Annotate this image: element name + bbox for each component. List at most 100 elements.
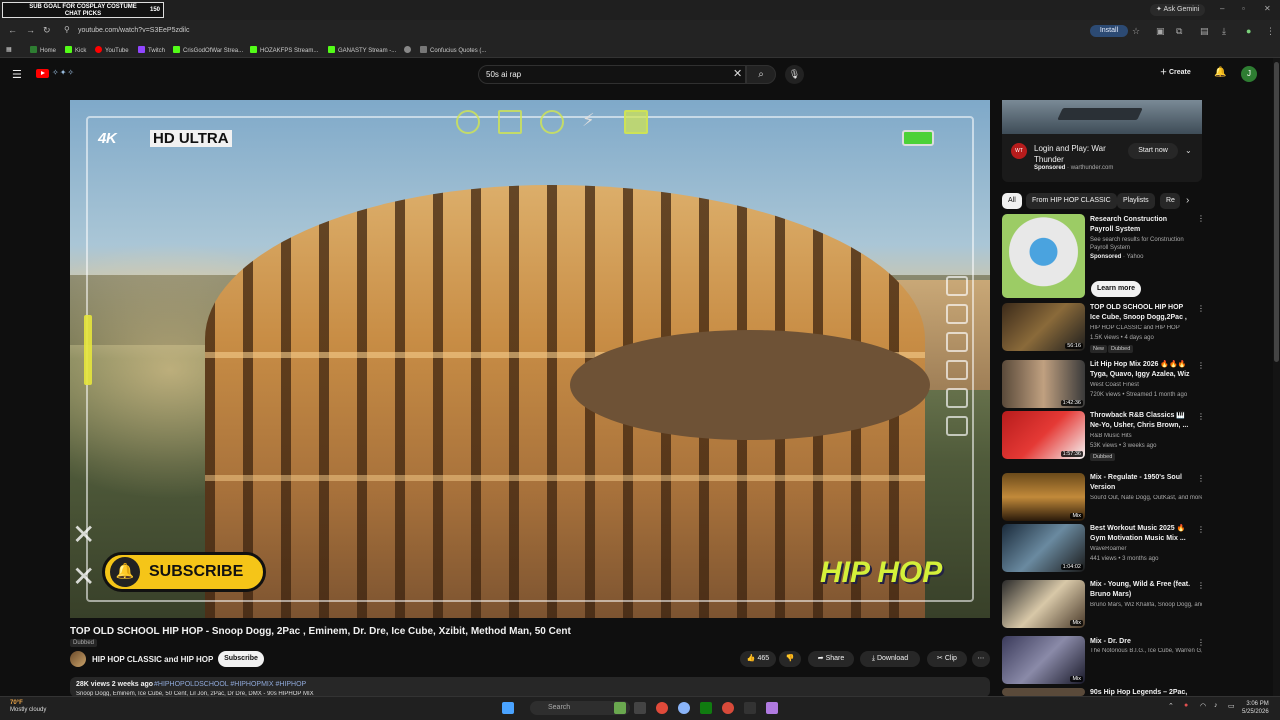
rec-channel[interactable]: R&B Music Hits bbox=[1090, 433, 1202, 439]
ask-gemini-button[interactable]: ✦ Ask Gemini bbox=[1150, 4, 1206, 16]
rec-thumbnail[interactable]: 56:16 bbox=[1002, 303, 1085, 351]
tray-chevron-icon[interactable]: ⌃ bbox=[1168, 702, 1180, 714]
split-view-icon[interactable]: ▤ bbox=[1200, 26, 1209, 37]
bookmark-youtube[interactable]: YouTube bbox=[95, 46, 129, 54]
rec-thumbnail[interactable]: Mix bbox=[1002, 580, 1085, 628]
chevron-right-icon[interactable]: › bbox=[1186, 195, 1189, 206]
minimize-icon[interactable]: – bbox=[1220, 4, 1224, 13]
system-clock[interactable]: 3:06 PM 5/25/2026 bbox=[1242, 700, 1269, 716]
channel-name[interactable]: HIP HOP CLASSIC and HIP HOP bbox=[92, 655, 213, 664]
youtube-logo-icon[interactable] bbox=[36, 69, 49, 78]
rec-thumbnail[interactable] bbox=[1002, 214, 1085, 298]
bookmark-star-icon[interactable]: ☆ bbox=[1132, 26, 1140, 37]
apps-grid-icon[interactable]: ▦ bbox=[6, 46, 12, 53]
more-options-icon[interactable]: ⋮ bbox=[1197, 638, 1205, 647]
search-button[interactable]: ⌕ bbox=[746, 65, 776, 84]
bookmark-crisgodofwar[interactable]: CrisGodOfWar Strea... bbox=[173, 46, 243, 54]
install-button[interactable]: Install bbox=[1090, 25, 1128, 37]
bookmark-globe[interactable] bbox=[404, 46, 414, 54]
rec-title[interactable]: Best Workout Music 2025 🔥 Gym Motivation… bbox=[1090, 524, 1192, 544]
app-icon[interactable] bbox=[766, 702, 778, 714]
create-button[interactable]: ＋ Create bbox=[1160, 67, 1191, 77]
extensions-puzzle-icon[interactable]: ⧉ bbox=[1176, 26, 1182, 37]
hashtags[interactable]: #HIPHOPOLDSCHOOL #HIPHOPMIX #HIPHOP bbox=[154, 681, 306, 688]
voice-search-button[interactable]: 🎙 bbox=[785, 65, 804, 84]
chevron-down-icon[interactable]: ⌄ bbox=[1185, 146, 1192, 155]
like-button[interactable]: 👍 465 bbox=[740, 651, 776, 667]
rec-title[interactable]: Throwback R&B Classics 🎹 Ne-Yo, Usher, C… bbox=[1090, 411, 1192, 431]
reload-icon[interactable]: ↻ bbox=[43, 25, 51, 36]
more-options-icon[interactable]: ⋮ bbox=[1197, 412, 1205, 421]
rec-title[interactable]: Research Construction Payroll System bbox=[1090, 215, 1192, 235]
maximize-icon[interactable]: ▫ bbox=[1242, 4, 1245, 13]
profile-icon[interactable]: ● bbox=[1246, 26, 1251, 36]
rec-channel[interactable]: West Coast Finest bbox=[1090, 382, 1202, 388]
close-window-icon[interactable]: ✕ bbox=[1264, 4, 1271, 13]
bookmark-hozakfps[interactable]: HOZAKFPS Stream... bbox=[250, 46, 318, 54]
rec-title[interactable]: TOP OLD SCHOOL HIP HOP Ice Cube, Snoop D… bbox=[1090, 303, 1192, 323]
bookmark-twitch[interactable]: Twitch bbox=[138, 46, 165, 54]
task-view-icon[interactable] bbox=[634, 702, 646, 714]
learn-more-button[interactable]: Learn more bbox=[1091, 281, 1141, 297]
weather-widget[interactable]: 70°F Mostly cloudy bbox=[10, 700, 46, 714]
wifi-icon[interactable]: ◠ bbox=[1200, 702, 1212, 714]
bookmark-confucius[interactable]: Confucius Quotes (... bbox=[420, 46, 486, 54]
share-button[interactable]: ➦ Share bbox=[808, 651, 854, 667]
youtube-doodle-icon[interactable]: ✧✦✧ bbox=[52, 68, 75, 77]
bookmark-kick[interactable]: Kick bbox=[65, 46, 86, 54]
rec-title[interactable]: Mix - Dr. Dre bbox=[1090, 637, 1192, 647]
back-icon[interactable]: ← bbox=[8, 25, 17, 35]
chrome-icon[interactable] bbox=[656, 702, 668, 714]
notifications-bell-icon[interactable]: 🔔 bbox=[1214, 67, 1226, 78]
rec-thumbnail[interactable]: 1:57:36 bbox=[1002, 411, 1085, 459]
start-now-button[interactable]: Start now bbox=[1128, 143, 1178, 159]
site-info-icon[interactable]: ⚲ bbox=[64, 25, 70, 34]
download-button[interactable]: ⤓ Download bbox=[860, 651, 920, 667]
rec-thumbnail[interactable] bbox=[1002, 688, 1085, 696]
rec-thumbnail[interactable]: Mix bbox=[1002, 473, 1085, 521]
rec-channel[interactable]: HIP HOP CLASSIC and HIP HOP bbox=[1090, 325, 1202, 331]
bookmark-ganasty[interactable]: GANASTY Stream -... bbox=[328, 46, 396, 54]
clear-search-icon[interactable]: ✕ bbox=[733, 67, 742, 80]
chip-from-channel[interactable]: From HIP HOP CLASSIC bbox=[1026, 193, 1117, 209]
rec-title[interactable]: Mix - Young, Wild & Free (feat. Bruno Ma… bbox=[1090, 580, 1192, 600]
more-options-icon[interactable]: ⋮ bbox=[1197, 361, 1205, 370]
hamburger-menu-icon[interactable]: ☰ bbox=[12, 68, 22, 81]
tray-app-icon[interactable]: ● bbox=[1184, 702, 1196, 714]
volume-icon[interactable]: ♪ bbox=[1214, 702, 1226, 714]
edge-icon[interactable] bbox=[678, 702, 690, 714]
chip-all[interactable]: All bbox=[1002, 193, 1022, 209]
more-options-icon[interactable]: ⋮ bbox=[1197, 581, 1205, 590]
battery-tray-icon[interactable]: ▭ bbox=[1228, 702, 1240, 714]
download-icon[interactable]: ⤓ bbox=[1222, 26, 1226, 37]
rec-channel[interactable]: WaveRoamer bbox=[1090, 546, 1202, 552]
account-avatar[interactable]: J bbox=[1241, 66, 1257, 82]
xbox-icon[interactable] bbox=[700, 702, 712, 714]
rec-title[interactable]: 90s Hip Hop Legends – 2Pac, ... bbox=[1090, 688, 1192, 696]
scrollbar-thumb[interactable] bbox=[1274, 62, 1279, 362]
chip-related[interactable]: Re bbox=[1160, 193, 1180, 209]
taskbar-app-icon[interactable] bbox=[614, 702, 626, 714]
rec-thumbnail[interactable]: 1:04:02 bbox=[1002, 524, 1085, 572]
epic-games-icon[interactable] bbox=[744, 702, 756, 714]
ad-title[interactable]: Login and Play: War Thunder bbox=[1034, 143, 1130, 165]
bookmark-home[interactable]: Home bbox=[30, 46, 56, 54]
extension-icon[interactable]: ▣ bbox=[1156, 26, 1165, 37]
subscribe-button[interactable]: Subscribe bbox=[218, 651, 264, 667]
video-player[interactable]: 4K HD ULTRA ⚡ ✕ ✕ SUBSCRIBE 🔔 HIP HOP bbox=[70, 100, 990, 618]
channel-avatar[interactable] bbox=[70, 651, 86, 667]
rec-thumbnail[interactable]: 1:42:36 bbox=[1002, 360, 1085, 408]
browser-menu-icon[interactable]: ⋮ bbox=[1266, 26, 1275, 37]
rec-thumbnail[interactable]: Mix bbox=[1002, 636, 1085, 684]
clip-button[interactable]: ✂ Clip bbox=[927, 651, 967, 667]
app-icon[interactable] bbox=[722, 702, 734, 714]
rec-title[interactable]: Lit Hip Hop Mix 2026 🔥🔥🔥 Tyga, Quavo, Ig… bbox=[1090, 360, 1192, 380]
url-field[interactable]: youtube.com/watch?v=S3EeP5zdilc bbox=[78, 27, 189, 34]
forward-icon[interactable]: → bbox=[26, 25, 35, 35]
more-actions-icon[interactable]: ⋯ bbox=[972, 651, 990, 667]
more-options-icon[interactable]: ⋮ bbox=[1197, 474, 1205, 483]
more-options-icon[interactable]: ⋮ bbox=[1197, 525, 1205, 534]
more-options-icon[interactable]: ⋮ bbox=[1197, 214, 1205, 223]
rec-title[interactable]: Mix - Regulate - 1950's Soul Version bbox=[1090, 473, 1192, 493]
chip-playlists[interactable]: Playlists bbox=[1117, 193, 1155, 209]
